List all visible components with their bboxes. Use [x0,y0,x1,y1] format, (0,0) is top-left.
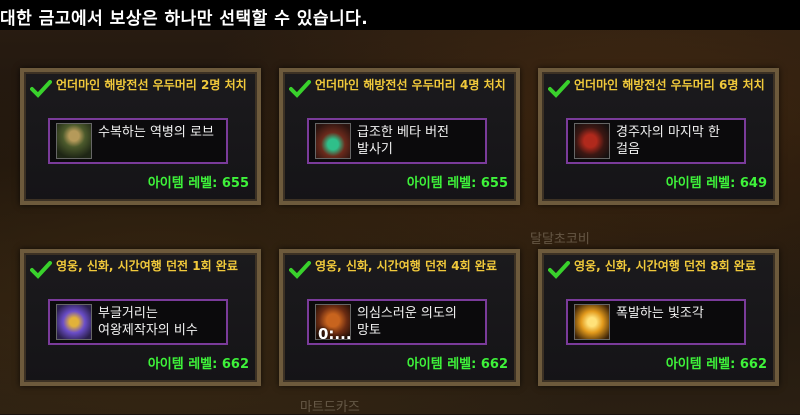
card-title: 언더마인 해방전선 우두머리 2명 처치 [56,78,247,92]
reward-card[interactable]: 영웅, 신화, 시간여행 던전 1회 완료 부글거리는 여왕제작자의 비수 아이… [20,249,261,386]
background-watermark: 달달초코비 [530,232,590,247]
item-level: 아이템 레벨: 662 [147,357,249,372]
reward-card[interactable]: 영웅, 신화, 시간여행 던전 8회 완료 폭발하는 빛조각 아이템 레벨: 6… [538,249,779,386]
item-level: 아이템 레벨: 662 [665,357,767,372]
boots-icon [574,123,610,159]
item-slot[interactable]: 경주자의 마지막 한 걸음 [566,118,746,164]
item-name: 의심스러운 의도의 망토 [357,306,457,338]
item-level: 아이템 레벨: 662 [406,357,508,372]
item-level: 아이템 레벨: 655 [406,176,508,191]
reward-card[interactable]: 언더마인 해방전선 우두머리 6명 처치 경주자의 마지막 한 걸음 아이템 레… [538,68,779,205]
header-text: 대한 금고에서 보상은 하나만 선택할 수 있습니다. [0,9,369,29]
cloak-icon: 0:... [315,304,352,343]
check-icon [289,261,311,279]
crystal-icon [574,304,610,340]
item-name: 수복하는 역병의 로브 [98,125,214,140]
item-slot[interactable]: 수복하는 역병의 로브 [48,118,228,164]
item-name: 부글거리는 여왕제작자의 비수 [98,306,198,338]
item-slot[interactable]: 폭발하는 빛조각 [566,299,746,345]
item-name: 급조한 베타 버전 발사기 [357,125,449,157]
card-title: 언더마인 해방전선 우두머리 6명 처치 [574,78,765,92]
cooldown-text: 0:... [318,325,352,343]
reward-card[interactable]: 영웅, 신화, 시간여행 던전 4회 완료 0:... 의심스러운 의도의 망토… [279,249,520,386]
dagger-icon [56,304,92,340]
launcher-icon [315,123,351,159]
background-watermark: 마트드카즈 [300,400,360,415]
item-name: 폭발하는 빛조각 [616,306,704,321]
item-slot[interactable]: 급조한 베타 버전 발사기 [307,118,487,164]
reward-card[interactable]: 언더마인 해방전선 우두머리 2명 처치 수복하는 역병의 로브 아이템 레벨:… [20,68,261,205]
reward-card[interactable]: 언더마인 해방전선 우두머리 4명 처치 급조한 베타 버전 발사기 아이템 레… [279,68,520,205]
card-title: 영웅, 신화, 시간여행 던전 8회 완료 [574,259,756,273]
item-name: 경주자의 마지막 한 걸음 [616,125,720,157]
card-title: 언더마인 해방전선 우두머리 4명 처치 [315,78,506,92]
header-bar: 대한 금고에서 보상은 하나만 선택할 수 있습니다. [0,0,800,30]
check-icon [548,80,570,98]
card-title: 영웅, 신화, 시간여행 던전 4회 완료 [315,259,497,273]
robe-icon [56,123,92,159]
item-slot[interactable]: 0:... 의심스러운 의도의 망토 [307,299,487,345]
item-slot[interactable]: 부글거리는 여왕제작자의 비수 [48,299,228,345]
check-icon [548,261,570,279]
check-icon [289,80,311,98]
check-icon [30,80,52,98]
item-level: 아이템 레벨: 655 [147,176,249,191]
card-title: 영웅, 신화, 시간여행 던전 1회 완료 [56,259,238,273]
item-level: 아이템 레벨: 649 [665,176,767,191]
check-icon [30,261,52,279]
